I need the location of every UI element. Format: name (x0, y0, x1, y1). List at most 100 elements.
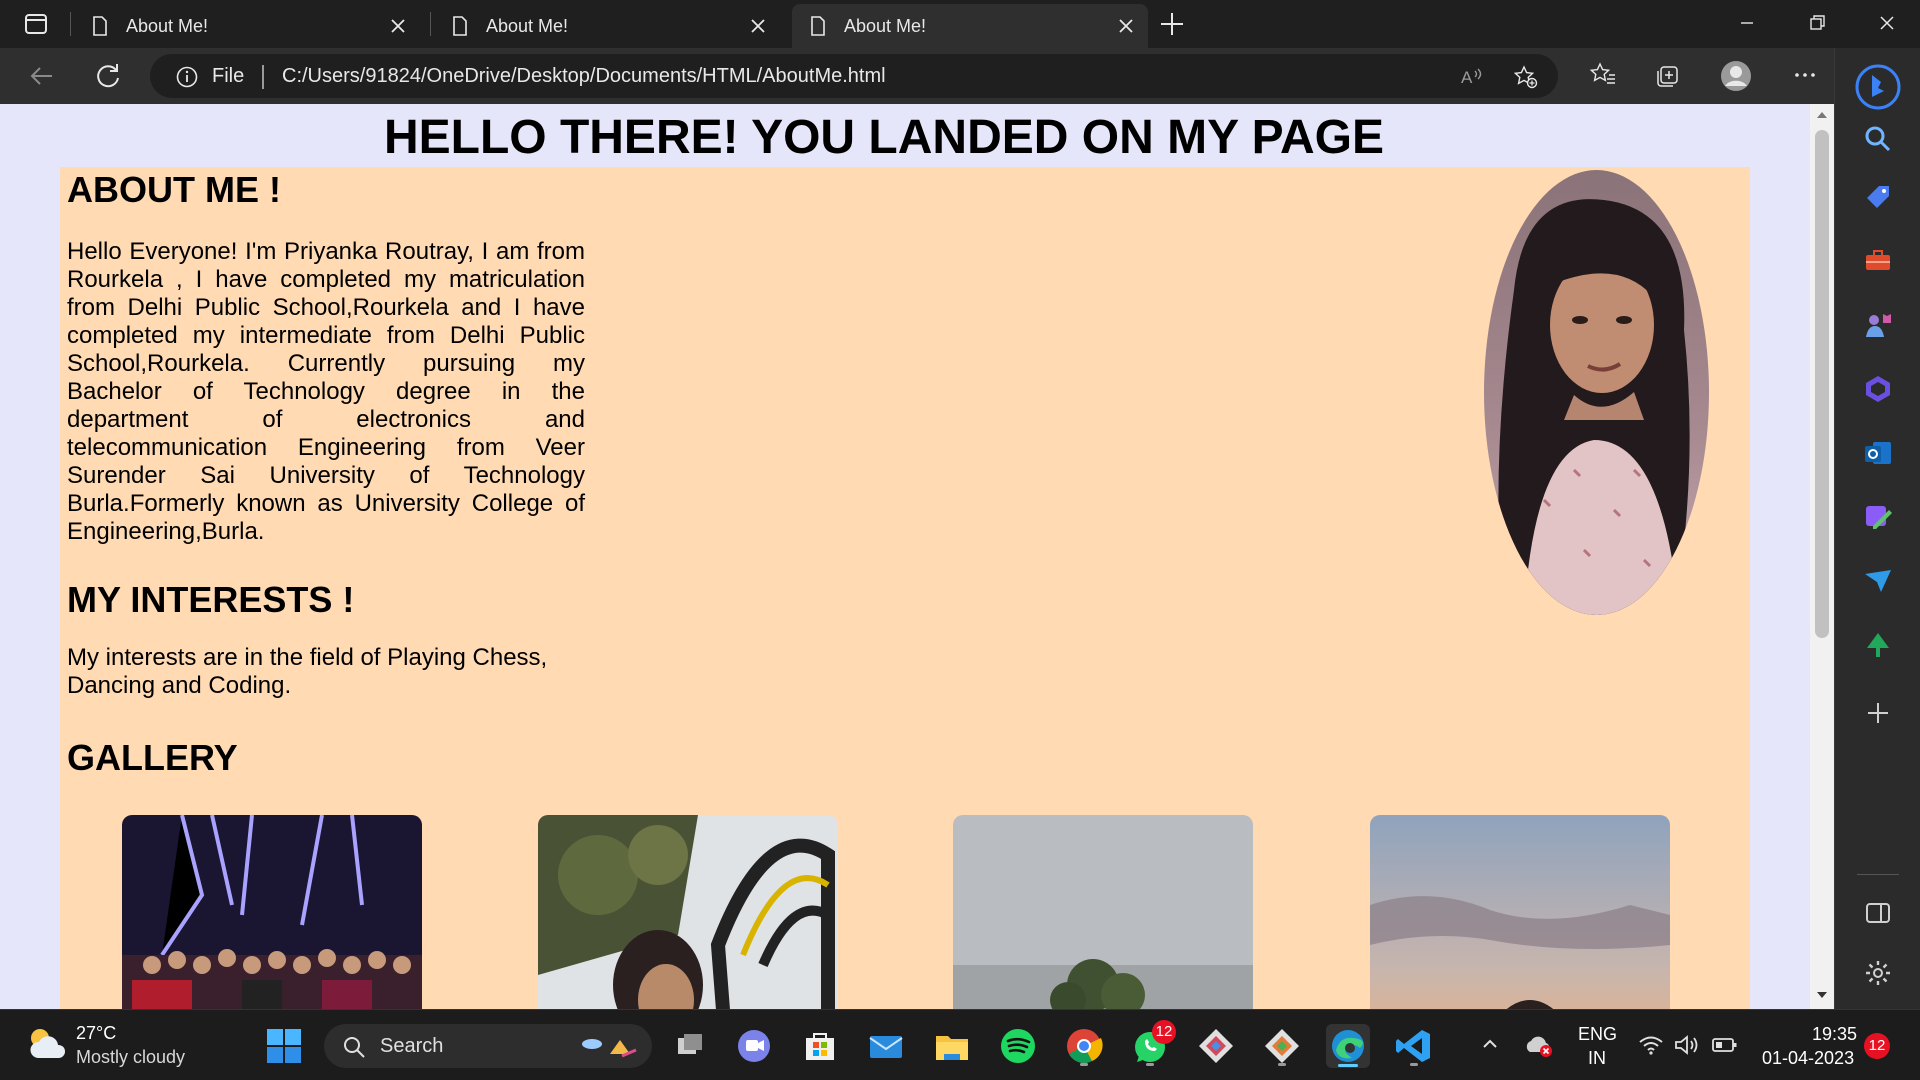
more-options-icon[interactable] (1792, 62, 1818, 88)
tab-actions-button[interactable] (14, 12, 56, 38)
page-scrollbar[interactable] (1810, 104, 1834, 1009)
new-tab-icon[interactable] (1158, 10, 1186, 38)
favorites-icon[interactable] (1590, 62, 1616, 88)
windows-taskbar: 27°C Mostly cloudy Search 12 ENG IN 19:3… (0, 1009, 1920, 1080)
vscode-app[interactable] (1392, 1024, 1436, 1068)
teams-chat-app[interactable] (732, 1024, 776, 1068)
chrome-app[interactable] (1062, 1024, 1106, 1068)
settings-icon[interactable] (1863, 958, 1893, 988)
profile-icon[interactable] (1720, 60, 1752, 92)
volume-icon[interactable] (1674, 1034, 1700, 1056)
restore-button[interactable] (1784, 0, 1850, 46)
tab-about-me-3[interactable]: About Me! (792, 4, 1148, 48)
app-diamond-1[interactable] (1194, 1024, 1238, 1068)
search-highlight-icon (582, 1039, 637, 1058)
language-region[interactable]: IN (1588, 1048, 1606, 1069)
wifi-icon[interactable] (1638, 1034, 1664, 1056)
tab-title: About Me! (844, 16, 927, 36)
scroll-thumb[interactable] (1815, 130, 1829, 638)
close-icon[interactable] (748, 16, 768, 36)
spotify-icon (1001, 1029, 1035, 1063)
hide-sidebar-icon[interactable] (1863, 898, 1893, 928)
add-icon[interactable] (1863, 698, 1893, 728)
address-bar[interactable]: File C:/Users/91824/OneDrive/Desktop/Doc… (150, 54, 1558, 98)
clock-time[interactable]: 19:35 (1812, 1024, 1857, 1045)
tab-actions-icon (25, 14, 47, 34)
browser-toolbar: File C:/Users/91824/OneDrive/Desktop/Doc… (0, 48, 1920, 104)
task-view-app[interactable] (668, 1024, 712, 1068)
page-heading: HELLO THERE! YOU LANDED ON MY PAGE (383, 111, 1385, 164)
read-aloud-icon[interactable]: A (1460, 65, 1484, 89)
gallery-image-2[interactable] (538, 815, 838, 1009)
weather-condition[interactable]: Mostly cloudy (76, 1047, 185, 1068)
tab-bar: About Me! About Me! About Me! (0, 0, 1920, 48)
close-icon[interactable] (1116, 16, 1136, 36)
chrome-icon (1067, 1029, 1103, 1063)
about-paragraph: Hello Everyone! I'm Priyanka Routray, I … (67, 238, 585, 545)
whatsapp-badge: 12 (1152, 1020, 1176, 1044)
close-window-button[interactable] (1854, 0, 1920, 46)
tab-about-me-1[interactable]: About Me! (74, 4, 420, 48)
onedrive-error-icon[interactable] (1524, 1032, 1554, 1058)
file-explorer-app[interactable] (930, 1024, 974, 1068)
taskbar-search-box[interactable]: Search (324, 1024, 652, 1068)
tab-title: About Me! (126, 16, 209, 36)
collections-icon[interactable] (1656, 62, 1682, 88)
mail-app[interactable] (864, 1024, 908, 1068)
app-diamond-2[interactable] (1260, 1024, 1304, 1068)
refresh-icon[interactable] (92, 60, 124, 92)
scroll-up-icon[interactable] (1816, 110, 1828, 120)
back-icon[interactable] (26, 60, 58, 92)
close-icon[interactable] (388, 16, 408, 36)
microsoft-store-app[interactable] (798, 1024, 842, 1068)
gallery-image-4[interactable] (1370, 815, 1670, 1009)
interests-heading: MY INTERESTS ! (67, 579, 355, 620)
bing-copilot-icon[interactable] (1855, 64, 1901, 110)
clock-date[interactable]: 01-04-2023 (1762, 1048, 1854, 1069)
tools-icon[interactable] (1863, 246, 1893, 276)
notification-count-badge[interactable]: 12 (1864, 1033, 1890, 1059)
spotify-app[interactable] (996, 1024, 1040, 1068)
site-scheme-label[interactable]: File (212, 65, 244, 88)
task-view-icon (678, 1034, 702, 1054)
interests-paragraph: My interests are in the field of Playing… (67, 644, 548, 699)
address-divider (262, 65, 264, 89)
weather-cloudy-icon[interactable] (26, 1024, 68, 1062)
sidebar-divider (1857, 874, 1899, 875)
send-icon[interactable] (1863, 566, 1893, 596)
search-icon[interactable] (1863, 124, 1893, 154)
shopping-tag-icon[interactable] (1863, 184, 1893, 214)
tree-icon[interactable] (1863, 630, 1893, 660)
diamond-app-icon (1199, 1029, 1233, 1063)
edge-sidebar (1834, 48, 1920, 1009)
vscode-icon (1396, 1030, 1430, 1062)
battery-icon[interactable] (1712, 1036, 1738, 1054)
url-text[interactable]: C:/Users/91824/OneDrive/Desktop/Document… (282, 65, 886, 88)
scroll-down-icon[interactable] (1816, 990, 1828, 1000)
weather-temperature[interactable]: 27°C (76, 1023, 116, 1044)
designer-icon[interactable] (1863, 502, 1893, 532)
microsoft-365-icon[interactable] (1863, 374, 1893, 404)
add-favorite-icon[interactable] (1514, 65, 1538, 89)
gallery-image-3[interactable] (953, 815, 1253, 1009)
diamond-app-icon (1265, 1029, 1299, 1063)
windows-start-icon[interactable] (266, 1028, 302, 1064)
document-icon (453, 16, 467, 36)
tab-about-me-2[interactable]: About Me! (434, 4, 780, 48)
profile-photo (1484, 170, 1709, 615)
outlook-icon[interactable] (1863, 438, 1893, 468)
svg-text:A: A (1461, 68, 1473, 87)
tab-title: About Me! (486, 16, 569, 36)
language-code[interactable]: ENG (1578, 1024, 1617, 1045)
folder-icon (936, 1036, 968, 1060)
minimize-button[interactable] (1714, 0, 1780, 46)
whatsapp-app[interactable]: 12 (1128, 1020, 1176, 1068)
gallery-image-1[interactable] (122, 815, 422, 1009)
page-viewport: HELLO THERE! YOU LANDED ON MY PAGE ABOUT… (0, 104, 1810, 1009)
info-icon[interactable] (176, 66, 198, 88)
games-icon[interactable] (1863, 310, 1893, 340)
microsoft-store-icon (806, 1033, 834, 1060)
teams-chat-icon (738, 1030, 770, 1062)
chevron-up-icon[interactable] (1480, 1034, 1500, 1054)
edge-app[interactable] (1326, 1024, 1370, 1068)
